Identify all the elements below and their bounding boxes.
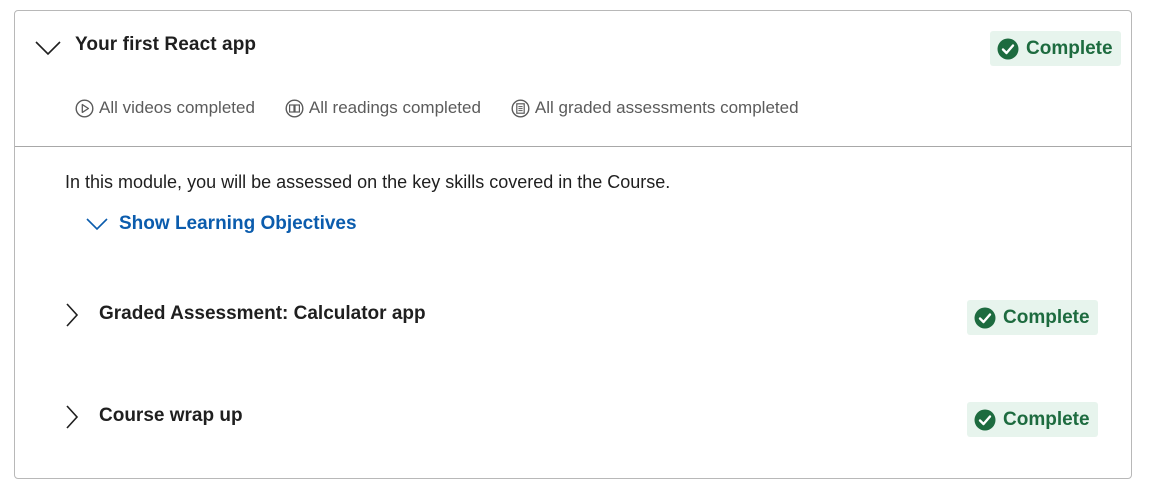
progress-summary: All videos completed All readings comple…: [75, 98, 829, 118]
readings-status-label: All readings completed: [308, 98, 481, 117]
module-card: Your first React app Complete All videos…: [14, 10, 1132, 479]
item-title[interactable]: Course wrap up: [99, 405, 243, 427]
readings-status: All readings completed: [285, 98, 481, 118]
module-title: Your first React app: [75, 34, 257, 55]
chevron-down-icon: [86, 218, 108, 231]
assessments-status-label: All graded assessments completed: [534, 98, 799, 117]
check-circle-icon: [974, 307, 996, 328]
learning-objectives-label: Show Learning Objectives: [119, 213, 357, 234]
expand-item-button[interactable]: [63, 302, 81, 328]
module-header: Your first React app Complete All videos…: [15, 11, 1131, 147]
videos-status-label: All videos completed: [99, 98, 255, 117]
document-circle-icon: [511, 98, 530, 118]
item-status-badge: Complete: [967, 402, 1098, 437]
check-circle-icon: [974, 409, 996, 430]
book-circle-icon: [285, 98, 304, 118]
play-circle-icon: [75, 98, 94, 118]
module-description: In this module, you will be assessed on …: [65, 172, 671, 192]
assessments-status: All graded assessments completed: [511, 98, 799, 118]
videos-status: All videos completed: [75, 98, 255, 118]
expand-item-button[interactable]: [63, 404, 81, 430]
status-label: Complete: [1026, 37, 1113, 59]
chevron-right-icon: [66, 303, 79, 327]
status-label: Complete: [1003, 408, 1090, 430]
status-label: Complete: [1003, 306, 1090, 328]
item-status-badge: Complete: [967, 300, 1098, 335]
item-title[interactable]: Graded Assessment: Calculator app: [99, 303, 426, 325]
chevron-down-icon: [35, 41, 61, 56]
show-learning-objectives-button[interactable]: Show Learning Objectives: [85, 213, 357, 235]
check-circle-icon: [997, 38, 1019, 59]
module-status-badge: Complete: [990, 31, 1121, 66]
chevron-right-icon: [66, 405, 79, 429]
collapse-module-button[interactable]: [33, 37, 63, 59]
